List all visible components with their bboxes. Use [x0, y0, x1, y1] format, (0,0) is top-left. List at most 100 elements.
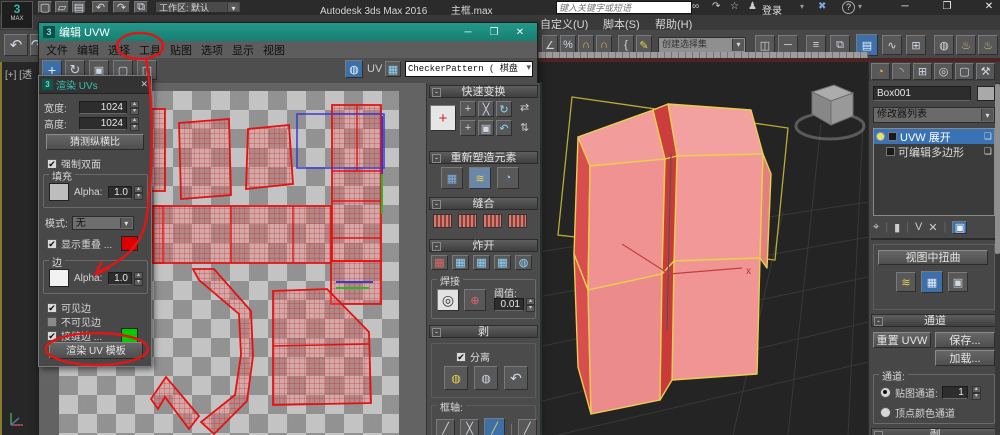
show-end-result-icon[interactable]: ▮	[894, 221, 900, 234]
stack-row-editable-poly[interactable]: 可编辑多边形 ❏	[874, 144, 994, 159]
favorites-star-icon[interactable]: ☆	[730, 1, 739, 12]
grid-toggle-icon[interactable]: ▦	[385, 61, 401, 77]
save-uvw-button[interactable]: 保存...	[935, 332, 995, 348]
minimize-button[interactable]: ─	[892, 1, 918, 12]
uv-coord-label[interactable]: UV	[367, 63, 382, 75]
reset-peel-icon[interactable]: ↶	[504, 366, 528, 390]
show-map-icon[interactable]: ◍	[345, 60, 363, 78]
editor-titlebar[interactable]: 3 编辑 UVW ─ ❐ ✕	[39, 23, 537, 41]
paste-icon[interactable]: ⧉	[134, 1, 148, 13]
schematic-view-icon[interactable]: ⊞	[906, 35, 926, 55]
panel-scrollbar[interactable]	[995, 82, 1000, 435]
rotate-cw-icon[interactable]: ↻	[496, 101, 512, 117]
stitch-average-icon[interactable]	[458, 214, 477, 228]
tab-motion-icon[interactable]: ◎	[934, 63, 953, 80]
editor-menu-display[interactable]: 显示	[232, 42, 254, 58]
mode-caret-icon[interactable]: ▾	[120, 218, 132, 228]
align-cross-icon[interactable]: ╳	[478, 101, 494, 117]
fill-color-swatch[interactable]	[49, 183, 69, 201]
lightbulb-icon[interactable]	[876, 132, 885, 141]
quick-peel-icon[interactable]: ≋	[896, 272, 916, 292]
editor-menu-options[interactable]: 选项	[201, 42, 223, 58]
autodesk-x-icon[interactable]: ✖	[818, 1, 826, 12]
flatten-material-icon[interactable]: ▦	[494, 255, 511, 270]
configure-modifier-sets-icon[interactable]: ▣	[952, 221, 967, 234]
search-input[interactable]	[556, 1, 692, 14]
named-selection-dropdown[interactable]: 创建选择集 ▾	[658, 37, 746, 53]
editor-menu-edit[interactable]: 编辑	[77, 42, 99, 58]
tab-display-icon[interactable]: ▢	[955, 63, 974, 80]
space-box-icon[interactable]: ▣	[478, 120, 494, 136]
editor-minimize-button[interactable]: ─	[455, 27, 481, 38]
tab-hierarchy-icon[interactable]: ⊞	[913, 63, 932, 80]
flatten-custom-icon[interactable]: ▦	[431, 255, 448, 270]
pin-pointer-icon[interactable]: ╱	[518, 419, 537, 435]
view-cube[interactable]	[796, 85, 864, 139]
editor-menu-mapping[interactable]: 贴图	[170, 42, 192, 58]
dialog-close-icon[interactable]: ✕	[140, 79, 148, 90]
visible-edges-checkbox[interactable]: ✔	[47, 303, 57, 313]
view-distortion-button[interactable]: 视图中扭曲	[878, 250, 988, 265]
box-model[interactable]	[574, 104, 771, 414]
flatten-smoothing-icon[interactable]: ▦	[473, 255, 490, 270]
collapse-icon[interactable]: -	[874, 317, 883, 326]
guess-aspect-button[interactable]: 猜测纵横比	[46, 134, 144, 150]
edge-alpha-value[interactable]: 1.0	[108, 272, 132, 285]
scrollbar-thumb[interactable]	[995, 84, 1000, 254]
rotate-ccw-icon[interactable]: ↶	[496, 120, 512, 136]
dialog-titlebar[interactable]: 3 渲染 UVs ✕	[39, 76, 151, 94]
height-spinner[interactable]: ▴▾	[130, 117, 139, 130]
collapse-icon[interactable]: -	[432, 154, 441, 163]
rollout-stitch[interactable]: - 缝合	[429, 197, 538, 210]
fill-alpha-spinner[interactable]: ▴▾	[134, 186, 143, 199]
open-uv-editor-icon[interactable]: ▦	[921, 271, 943, 293]
vertex-color-radio[interactable]	[880, 407, 891, 418]
rollout-peel[interactable]: - 剥	[429, 325, 538, 338]
workspace-caret-icon[interactable]: ▾	[227, 3, 239, 11]
relax-dome-icon[interactable]: ◔	[497, 167, 519, 189]
load-uvw-button[interactable]: 加载...	[935, 350, 995, 366]
weld-target-icon[interactable]: ⊕	[464, 289, 486, 311]
fill-alpha-value[interactable]: 1.0	[108, 186, 132, 199]
texture-dropdown-caret-icon[interactable]: ▾	[526, 62, 531, 73]
subobject-toggle-icon[interactable]	[888, 132, 897, 141]
collapse-icon[interactable]: -	[874, 431, 883, 435]
texture-dropdown[interactable]: CheckerPattern ( 棋盘 ▾	[405, 61, 533, 77]
stitch-target-icon[interactable]	[483, 214, 502, 228]
height-value[interactable]: 1024	[79, 117, 127, 130]
pin-lightning-icon[interactable]: ╱	[484, 418, 505, 435]
pin-stack-icon[interactable]: ⌖	[873, 221, 879, 234]
stack-row-uvw-unwrap[interactable]: UVW 展开 ❏	[874, 129, 994, 144]
stack-page-icon[interactable]: ❏	[984, 146, 992, 157]
editor-menu-file[interactable]: 文件	[46, 42, 68, 58]
render-setup-icon[interactable]: ◍	[934, 35, 954, 55]
left-viewport-sliver[interactable]: [+] [透	[0, 62, 40, 435]
space-horizontal-icon[interactable]: ⇄	[520, 101, 529, 114]
object-color-swatch[interactable]	[977, 86, 995, 101]
pin-tool-icon[interactable]: ╱	[436, 419, 455, 435]
curve-editor-icon[interactable]: ∿	[882, 35, 902, 55]
help-caret-icon[interactable]: ▾	[858, 2, 862, 11]
space-vertical-icon[interactable]: ⇅	[520, 121, 529, 134]
reset-uvw-button[interactable]: 重置 UVW	[873, 332, 931, 348]
restore-button[interactable]: ❐	[934, 1, 960, 12]
open-file-icon[interactable]: ▱	[55, 1, 69, 13]
undo-toolbar-icon[interactable]: ↶	[4, 34, 28, 56]
editor-menu-select[interactable]: 选择	[108, 42, 130, 58]
max-logo[interactable]: 3 MAX	[1, 1, 33, 29]
render-uv-template-button[interactable]: 渲染 UV 模板	[49, 342, 143, 359]
editor-menu-tools[interactable]: 工具	[139, 42, 161, 58]
map-channel-radio[interactable]	[880, 387, 891, 398]
edge-alpha-spinner[interactable]: ▴▾	[134, 272, 143, 285]
rollout-reshape-elements[interactable]: - 重新塑造元素	[429, 151, 538, 164]
new-file-icon[interactable]: ▢	[38, 1, 52, 13]
weld-selected-icon[interactable]: ◎	[437, 289, 459, 311]
map-channel-spinner[interactable]: ▴▾	[972, 386, 981, 399]
unpin-tool-icon[interactable]: ╳	[460, 419, 479, 435]
align-horizontal-icon[interactable]: +	[460, 101, 476, 117]
modifier-list-dropdown[interactable]: 修改器列表 ▾	[873, 107, 995, 123]
stitch-source-icon[interactable]	[508, 214, 527, 228]
overlap-color-swatch[interactable]	[121, 236, 138, 251]
object-name-field[interactable]: Box001	[873, 86, 971, 101]
redo-icon[interactable]: ↷	[113, 1, 130, 13]
